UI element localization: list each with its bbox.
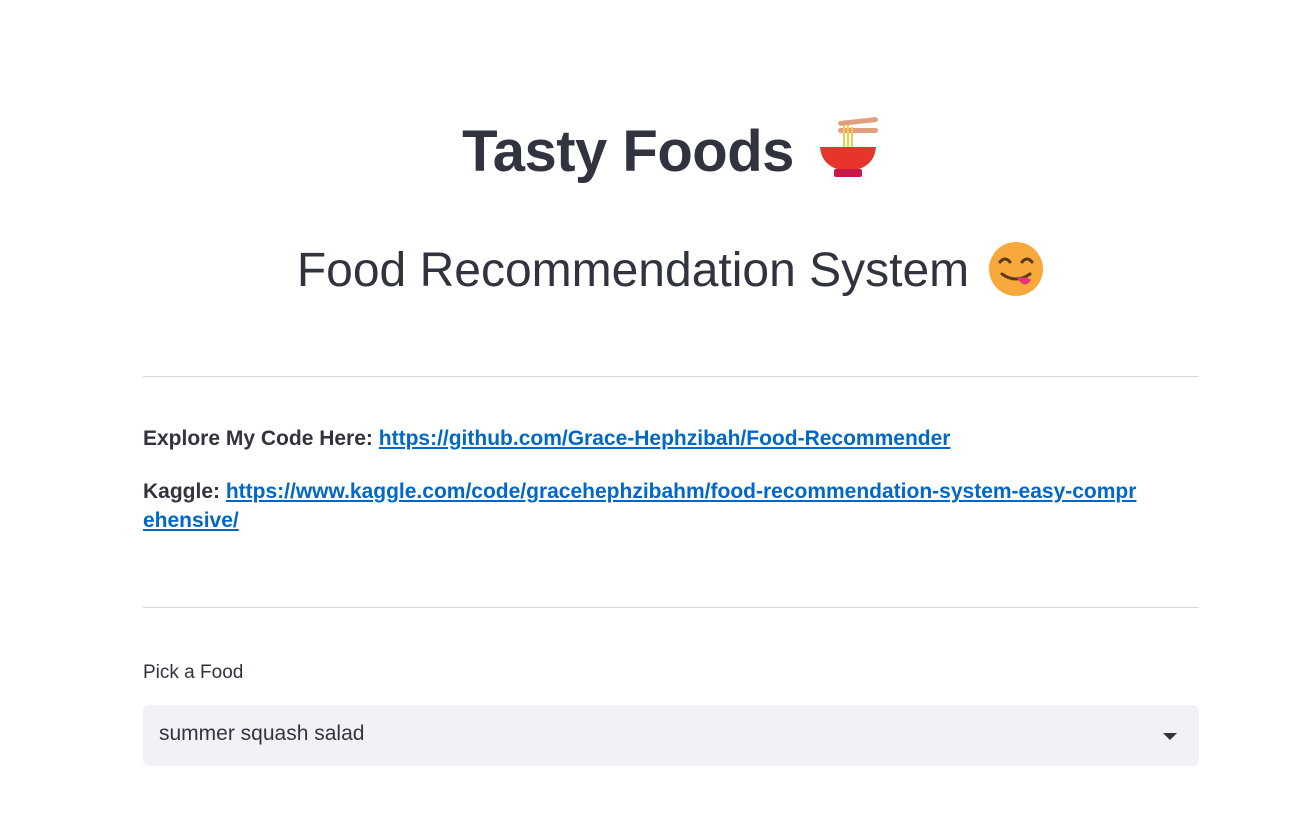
code-link-line: Explore My Code Here: https://github.com… <box>143 424 1143 453</box>
yum-face-icon <box>987 240 1045 298</box>
page-subtitle: Food Recommendation System <box>143 238 1199 304</box>
subtitle-text: Food Recommendation System <box>296 244 970 297</box>
kaggle-link-label: Kaggle: <box>143 480 221 503</box>
code-link-label: Explore My Code Here: <box>143 427 373 450</box>
github-link[interactable]: https://github.com/Grace-Hephzibah/Food-… <box>379 427 951 450</box>
divider <box>143 607 1199 608</box>
divider <box>143 376 1199 377</box>
food-select-value: summer squash salad <box>159 722 365 745</box>
app-page: Tasty Foods Food Recommendation System E… <box>0 0 1312 820</box>
food-select[interactable]: summer squash salad <box>143 705 1199 766</box>
ramen-bowl-icon <box>816 115 880 185</box>
chevron-down-icon[interactable] <box>1163 733 1177 740</box>
kaggle-link[interactable]: https://www.kaggle.com/code/gracehephzib… <box>143 480 1136 532</box>
page-title: Tasty Foods <box>143 112 1199 192</box>
title-text: Tasty Foods <box>462 119 794 184</box>
food-select-label: Pick a Food <box>143 662 244 683</box>
kaggle-link-line: Kaggle: https://www.kaggle.com/code/grac… <box>143 477 1143 535</box>
